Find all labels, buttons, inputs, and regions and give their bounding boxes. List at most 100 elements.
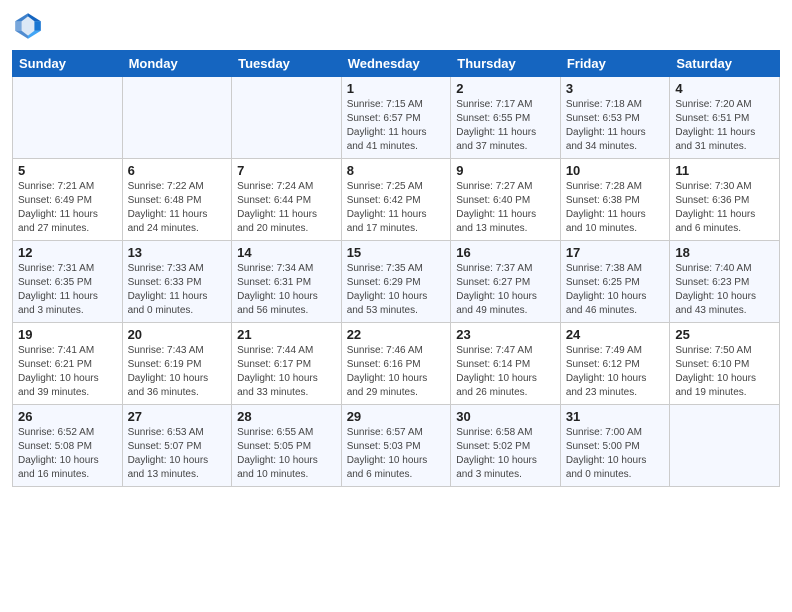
calendar-cell: 2 Sunrise: 7:17 AM Sunset: 6:55 PM Daylig… [451, 77, 561, 159]
day-info: Sunrise: 7:41 AM Sunset: 6:21 PM Dayligh… [18, 344, 117, 400]
day-info: Sunrise: 7:34 AM Sunset: 6:31 PM Dayligh… [237, 262, 336, 318]
calendar-cell: 9 Sunrise: 7:27 AM Sunset: 6:40 PM Daylig… [451, 159, 561, 241]
calendar-cell [232, 77, 342, 159]
day-info: Sunrise: 7:18 AM Sunset: 6:53 PM Dayligh… [566, 98, 665, 154]
day-info: Sunrise: 7:44 AM Sunset: 6:17 PM Dayligh… [237, 344, 336, 400]
day-number: 21 [237, 327, 336, 342]
day-info: Sunrise: 7:15 AM Sunset: 6:57 PM Dayligh… [347, 98, 446, 154]
day-info: Sunrise: 7:35 AM Sunset: 6:29 PM Dayligh… [347, 262, 446, 318]
day-info: Sunrise: 7:30 AM Sunset: 6:36 PM Dayligh… [675, 180, 774, 236]
calendar-cell: 21 Sunrise: 7:44 AM Sunset: 6:17 PM Dayli… [232, 323, 342, 405]
header-sunday: Sunday [13, 51, 123, 77]
header-thursday: Thursday [451, 51, 561, 77]
calendar-cell: 6Sunrise: 7:22 AM Sunset: 6:48 PM Daylig… [122, 159, 232, 241]
day-info: Sunrise: 7:31 AM Sunset: 6:35 PM Dayligh… [18, 262, 117, 318]
calendar-cell: 18 Sunrise: 7:40 AM Sunset: 6:23 PM Dayli… [670, 241, 780, 323]
day-info: Sunrise: 7:24 AM Sunset: 6:44 PM Dayligh… [237, 180, 336, 236]
day-info: Sunrise: 7:33 AM Sunset: 6:33 PM Dayligh… [128, 262, 227, 318]
calendar-cell: 31 Sunrise: 7:00 AM Sunset: 5:00 PM Dayli… [560, 405, 670, 487]
day-number: 31 [566, 409, 665, 424]
calendar-cell: 24 Sunrise: 7:49 AM Sunset: 6:12 PM Dayli… [560, 323, 670, 405]
day-number: 12 [18, 245, 117, 260]
day-info: Sunrise: 6:58 AM Sunset: 5:02 PM Dayligh… [456, 426, 555, 482]
calendar-cell: 10Sunrise: 7:28 AM Sunset: 6:38 PM Dayli… [560, 159, 670, 241]
calendar-cell: 17 Sunrise: 7:38 AM Sunset: 6:25 PM Dayli… [560, 241, 670, 323]
calendar-cell: 16 Sunrise: 7:37 AM Sunset: 6:27 PM Dayli… [451, 241, 561, 323]
day-number: 25 [675, 327, 774, 342]
day-number: 4 [675, 81, 774, 96]
calendar-week-row: 19 Sunrise: 7:41 AM Sunset: 6:21 PM Dayli… [13, 323, 780, 405]
calendar-cell: 28Sunrise: 6:55 AM Sunset: 5:05 PM Dayli… [232, 405, 342, 487]
day-info: Sunrise: 7:38 AM Sunset: 6:25 PM Dayligh… [566, 262, 665, 318]
day-number: 3 [566, 81, 665, 96]
header-tuesday: Tuesday [232, 51, 342, 77]
day-info: Sunrise: 7:49 AM Sunset: 6:12 PM Dayligh… [566, 344, 665, 400]
calendar-cell: 4 Sunrise: 7:20 AM Sunset: 6:51 PM Daylig… [670, 77, 780, 159]
day-info: Sunrise: 7:37 AM Sunset: 6:27 PM Dayligh… [456, 262, 555, 318]
calendar-cell: 22 Sunrise: 7:46 AM Sunset: 6:16 PM Dayli… [341, 323, 451, 405]
day-number: 8 [347, 163, 446, 178]
day-number: 28 [237, 409, 336, 424]
calendar-week-row: 1 Sunrise: 7:15 AM Sunset: 6:57 PM Daylig… [13, 77, 780, 159]
calendar-cell: 29Sunrise: 6:57 AM Sunset: 5:03 PM Dayli… [341, 405, 451, 487]
calendar-cell: 20Sunrise: 7:43 AM Sunset: 6:19 PM Dayli… [122, 323, 232, 405]
day-info: Sunrise: 7:00 AM Sunset: 5:00 PM Dayligh… [566, 426, 665, 482]
calendar-cell: 8 Sunrise: 7:25 AM Sunset: 6:42 PM Daylig… [341, 159, 451, 241]
day-number: 24 [566, 327, 665, 342]
day-number: 1 [347, 81, 446, 96]
day-number: 30 [456, 409, 555, 424]
day-info: Sunrise: 7:46 AM Sunset: 6:16 PM Dayligh… [347, 344, 446, 400]
day-number: 19 [18, 327, 117, 342]
logo [12, 10, 48, 42]
calendar-cell: 27 Sunrise: 6:53 AM Sunset: 5:07 PM Dayli… [122, 405, 232, 487]
calendar-cell: 12 Sunrise: 7:31 AM Sunset: 6:35 PM Dayli… [13, 241, 123, 323]
day-info: Sunrise: 7:40 AM Sunset: 6:23 PM Dayligh… [675, 262, 774, 318]
day-info: Sunrise: 7:25 AM Sunset: 6:42 PM Dayligh… [347, 180, 446, 236]
day-number: 27 [128, 409, 227, 424]
day-info: Sunrise: 6:52 AM Sunset: 5:08 PM Dayligh… [18, 426, 117, 482]
day-number: 16 [456, 245, 555, 260]
calendar-week-row: 5 Sunrise: 7:21 AM Sunset: 6:49 PM Daylig… [13, 159, 780, 241]
day-number: 5 [18, 163, 117, 178]
calendar-cell: 7 Sunrise: 7:24 AM Sunset: 6:44 PM Daylig… [232, 159, 342, 241]
day-number: 14 [237, 245, 336, 260]
logo-icon [12, 10, 44, 42]
day-number: 7 [237, 163, 336, 178]
calendar-cell: 19 Sunrise: 7:41 AM Sunset: 6:21 PM Dayli… [13, 323, 123, 405]
day-number: 22 [347, 327, 446, 342]
calendar-cell: 30 Sunrise: 6:58 AM Sunset: 5:02 PM Dayli… [451, 405, 561, 487]
calendar-week-row: 12 Sunrise: 7:31 AM Sunset: 6:35 PM Dayli… [13, 241, 780, 323]
day-number: 17 [566, 245, 665, 260]
day-number: 18 [675, 245, 774, 260]
calendar-cell: 5 Sunrise: 7:21 AM Sunset: 6:49 PM Daylig… [13, 159, 123, 241]
calendar-table: SundayMondayTuesdayWednesdayThursdayFrid… [12, 50, 780, 487]
day-number: 26 [18, 409, 117, 424]
calendar-cell [13, 77, 123, 159]
day-number: 2 [456, 81, 555, 96]
day-info: Sunrise: 7:21 AM Sunset: 6:49 PM Dayligh… [18, 180, 117, 236]
day-number: 15 [347, 245, 446, 260]
day-info: Sunrise: 7:22 AM Sunset: 6:48 PM Dayligh… [128, 180, 227, 236]
calendar-cell: 3 Sunrise: 7:18 AM Sunset: 6:53 PM Daylig… [560, 77, 670, 159]
calendar-cell [122, 77, 232, 159]
calendar-cell: 14 Sunrise: 7:34 AM Sunset: 6:31 PM Dayli… [232, 241, 342, 323]
day-info: Sunrise: 7:50 AM Sunset: 6:10 PM Dayligh… [675, 344, 774, 400]
calendar-cell: 25 Sunrise: 7:50 AM Sunset: 6:10 PM Dayli… [670, 323, 780, 405]
day-number: 29 [347, 409, 446, 424]
day-info: Sunrise: 7:28 AM Sunset: 6:38 PM Dayligh… [566, 180, 665, 236]
calendar-week-row: 26 Sunrise: 6:52 AM Sunset: 5:08 PM Dayli… [13, 405, 780, 487]
day-info: Sunrise: 6:53 AM Sunset: 5:07 PM Dayligh… [128, 426, 227, 482]
day-info: Sunrise: 7:17 AM Sunset: 6:55 PM Dayligh… [456, 98, 555, 154]
day-number: 13 [128, 245, 227, 260]
header-monday: Monday [122, 51, 232, 77]
calendar-header-row: SundayMondayTuesdayWednesdayThursdayFrid… [13, 51, 780, 77]
calendar-cell: 1 Sunrise: 7:15 AM Sunset: 6:57 PM Daylig… [341, 77, 451, 159]
day-info: Sunrise: 7:27 AM Sunset: 6:40 PM Dayligh… [456, 180, 555, 236]
day-number: 9 [456, 163, 555, 178]
day-info: Sunrise: 7:20 AM Sunset: 6:51 PM Dayligh… [675, 98, 774, 154]
header-friday: Friday [560, 51, 670, 77]
header-wednesday: Wednesday [341, 51, 451, 77]
calendar-cell: 26 Sunrise: 6:52 AM Sunset: 5:08 PM Dayli… [13, 405, 123, 487]
day-number: 20 [128, 327, 227, 342]
day-number: 23 [456, 327, 555, 342]
